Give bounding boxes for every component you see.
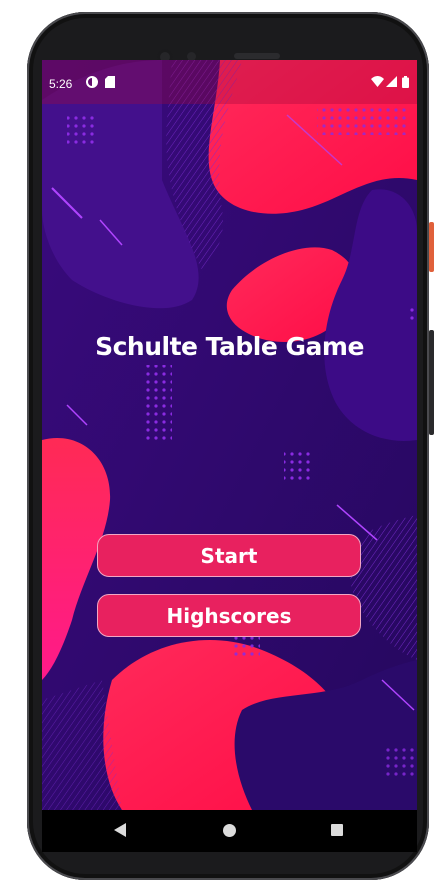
recent-apps-icon[interactable] <box>331 824 343 836</box>
navigation-bar <box>42 810 417 852</box>
sd-card-icon <box>105 76 115 88</box>
highscores-button[interactable]: Highscores <box>97 594 361 637</box>
data-saver-icon <box>86 76 98 88</box>
page-title: Schulte Table Game <box>95 332 364 361</box>
status-bar: 5:26 <box>42 60 417 104</box>
background-artwork <box>42 60 417 810</box>
battery-icon <box>402 76 409 88</box>
home-icon[interactable] <box>223 824 236 837</box>
wifi-icon <box>371 76 384 87</box>
phone-volume-button <box>429 330 434 435</box>
start-button[interactable]: Start <box>97 534 361 577</box>
app-screen: 5:26 Schulte Table Game Start Highscores <box>42 60 417 810</box>
phone-side-button <box>429 222 434 272</box>
signal-icon <box>386 76 397 87</box>
back-icon[interactable] <box>114 823 126 837</box>
status-time: 5:26 <box>49 77 73 91</box>
earpiece-speaker <box>234 53 280 59</box>
